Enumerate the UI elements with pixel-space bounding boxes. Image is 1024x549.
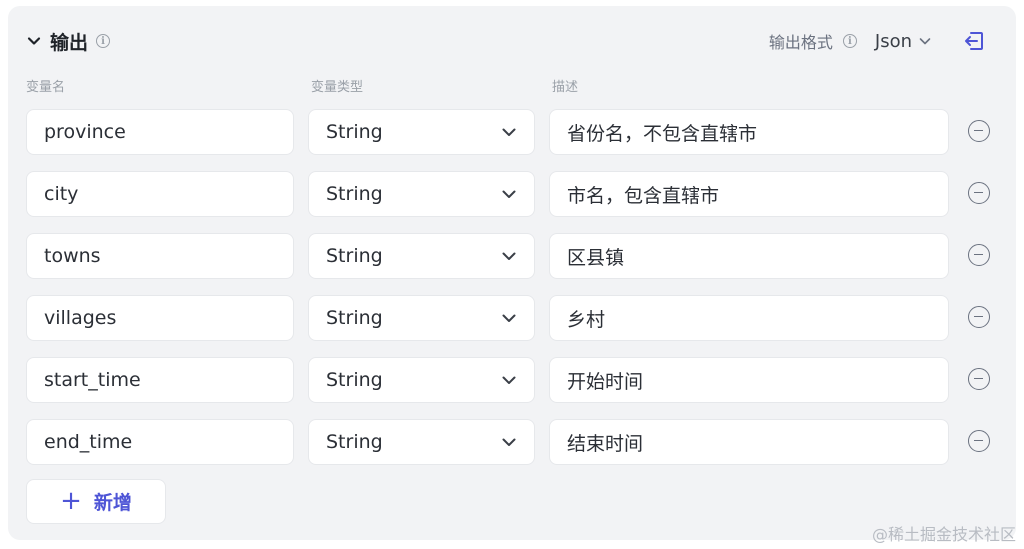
chevron-down-icon xyxy=(502,252,516,260)
variable-row: end_time String 结束时间 xyxy=(8,419,1016,465)
variable-type-value: String xyxy=(326,121,383,143)
variable-name-input[interactable]: towns xyxy=(26,233,294,279)
variable-row: villages String 乡村 xyxy=(8,295,1016,341)
variable-type-value: String xyxy=(326,307,383,329)
variable-name-input[interactable]: start_time xyxy=(26,357,294,403)
output-panel: 输出 i 输出格式 i Json 变量名 变量类型 描述 province Str… xyxy=(8,6,1016,540)
variable-type-select[interactable]: String xyxy=(308,109,535,155)
variable-type-select[interactable]: String xyxy=(308,357,535,403)
output-format-label: 输出格式 xyxy=(768,33,833,52)
variable-type-select[interactable]: String xyxy=(308,295,535,341)
column-header-name: 变量名 xyxy=(26,80,66,95)
chevron-down-icon xyxy=(502,438,516,446)
remove-row-icon[interactable] xyxy=(968,182,990,204)
variable-type-select[interactable]: String xyxy=(308,233,535,279)
remove-row-icon[interactable] xyxy=(968,430,990,452)
remove-row-icon[interactable] xyxy=(968,120,990,142)
output-format-select[interactable]: Json xyxy=(875,31,932,52)
info-icon[interactable]: i xyxy=(96,34,111,48)
variable-name-input[interactable]: city xyxy=(26,171,294,217)
plus-icon: + xyxy=(60,485,82,516)
format-controls: 输出格式 i Json xyxy=(769,28,986,54)
variable-type-value: String xyxy=(326,245,383,267)
format-info-icon[interactable]: i xyxy=(842,34,857,48)
chevron-down-icon xyxy=(502,314,516,322)
section-title: 输出 xyxy=(50,31,89,54)
variable-description-input[interactable]: 省份名，不包含直辖市 xyxy=(549,109,949,155)
variable-name-input[interactable]: province xyxy=(26,109,294,155)
variable-description-input[interactable]: 区县镇 xyxy=(549,233,949,279)
watermark: @稀土掘金技术社区 xyxy=(871,525,1016,544)
section-header: 输出 i xyxy=(26,28,111,54)
output-format-value: Json xyxy=(874,30,912,52)
chevron-down-icon xyxy=(919,38,931,45)
column-header-type: 变量类型 xyxy=(311,80,364,95)
chevron-down-icon xyxy=(502,376,516,384)
variable-description-input[interactable]: 市名，包含直辖市 xyxy=(549,171,949,217)
add-variable-button[interactable]: + 新增 xyxy=(26,479,166,524)
column-header-desc: 描述 xyxy=(552,80,579,95)
variable-type-value: String xyxy=(326,369,383,391)
variable-name-input[interactable]: end_time xyxy=(26,419,294,465)
variable-description-input[interactable]: 结束时间 xyxy=(549,419,949,465)
remove-row-icon[interactable] xyxy=(968,244,990,266)
variable-description-input[interactable]: 乡村 xyxy=(549,295,949,341)
variable-type-value: String xyxy=(326,431,383,453)
variable-name-input[interactable]: villages xyxy=(26,295,294,341)
chevron-down-icon[interactable] xyxy=(26,33,42,49)
variable-type-select[interactable]: String xyxy=(308,419,535,465)
remove-row-icon[interactable] xyxy=(968,306,990,328)
chevron-down-icon xyxy=(502,190,516,198)
add-button-label: 新增 xyxy=(93,492,132,514)
variable-row: city String 市名，包含直辖市 xyxy=(8,171,1016,217)
variable-type-select[interactable]: String xyxy=(308,171,535,217)
variable-row: province String 省份名，不包含直辖市 xyxy=(8,109,1016,155)
chevron-down-icon xyxy=(502,128,516,136)
collapse-panel-icon[interactable] xyxy=(962,29,986,53)
variable-row: start_time String 开始时间 xyxy=(8,357,1016,403)
remove-row-icon[interactable] xyxy=(968,368,990,390)
variable-description-input[interactable]: 开始时间 xyxy=(549,357,949,403)
variable-row: towns String 区县镇 xyxy=(8,233,1016,279)
variable-type-value: String xyxy=(326,183,383,205)
